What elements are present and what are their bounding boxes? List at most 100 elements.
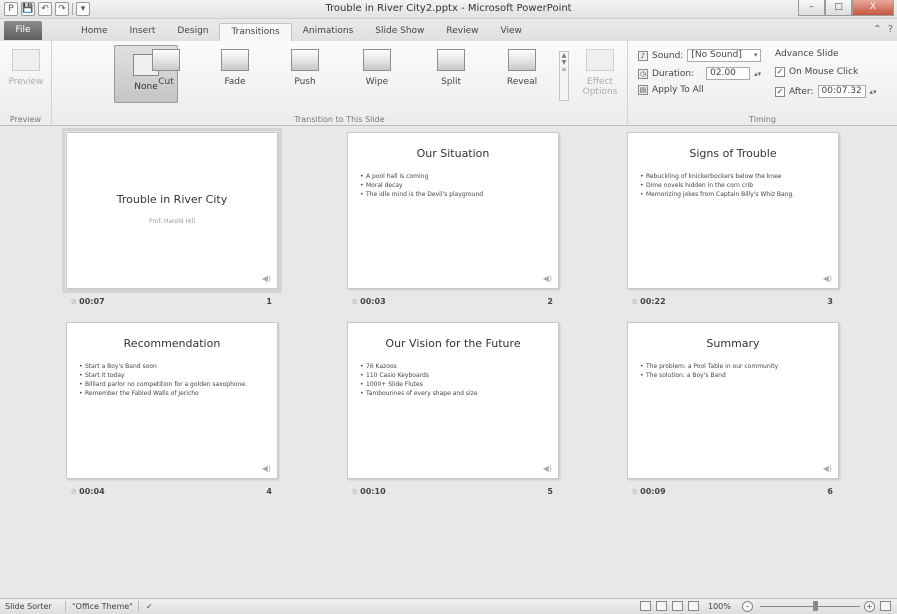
duration-spinner[interactable]: ▴▾ [754,70,761,78]
duration-value: 02.00 [710,68,736,78]
tab-transitions[interactable]: Transitions [219,23,292,41]
tab-insert[interactable]: Insert [119,23,167,41]
transition-cut-icon [152,49,180,71]
slide-caption: ☆ 00:03 2 [347,297,559,309]
zoom-out-icon[interactable]: – [742,601,753,612]
reading-view-icon[interactable] [672,601,683,611]
on-mouse-click-checkbox[interactable]: ✓ [775,67,785,77]
transition-star-icon[interactable]: ☆ [70,297,77,306]
maximize-button[interactable]: □ [825,0,852,16]
sound-value: [No Sound] [691,50,742,60]
slide-thumbnail[interactable]: Recommendation Start a Boy's Band soonSta… [66,322,278,479]
slide-bullet: Rebuckling of knickerbockers below the k… [640,173,828,181]
slide-thumbnail[interactable]: Summary The problem: a Pool Table in our … [627,322,839,479]
slide-bullet: Remember the Fabled Walls of Jericho [79,390,267,398]
transition-push[interactable]: Push [281,49,329,87]
minimize-ribbon-icon[interactable]: ⌃ [873,24,881,35]
sound-dropdown[interactable]: [No Sound] ▾ [687,49,762,62]
transition-star-icon[interactable]: ☆ [631,487,638,496]
sound-row: ♪ Sound: [No Sound] ▾ [638,49,762,62]
slide-sorter-view-icon[interactable] [656,601,667,611]
transition-split[interactable]: Split [427,49,475,87]
tab-file[interactable]: File [4,21,42,40]
slide-title: Signs of Trouble [689,147,777,160]
slide-number: 4 [266,487,272,496]
transition-fade[interactable]: Fade [211,49,259,87]
transition-star-icon[interactable]: ☆ [631,297,638,306]
transition-split-icon [437,49,465,71]
slide-time-value: 00:03 [360,297,386,306]
zoom-in-icon[interactable]: + [864,601,875,612]
transition-reveal-label: Reveal [506,77,538,87]
slide-show-view-icon[interactable] [688,601,699,611]
slide-timing: ☆ 00:10 [351,487,386,496]
after-checkbox[interactable]: ✓ [775,86,785,97]
slide-time-value: 00:09 [640,487,666,496]
slide-time-value: 00:10 [360,487,386,496]
tab-review[interactable]: Review [435,23,489,41]
after-input[interactable]: 00:07.32 [817,85,866,98]
transition-split-label: Split [441,77,461,87]
transition-wipe[interactable]: Wipe [353,49,401,87]
transition-cut[interactable]: Cut [142,49,190,87]
theme-name[interactable]: "Office Theme" [72,602,133,611]
on-mouse-click-row[interactable]: ✓ On Mouse Click [775,67,858,77]
sound-label: Sound: [652,50,684,61]
sound-icon: ◀) [542,274,552,283]
slide-number: 3 [827,297,833,306]
slide-number: 1 [266,297,272,306]
tab-design[interactable]: Design [166,23,219,41]
after-spinner[interactable]: ▴▾ [870,88,877,96]
effect-options-button[interactable]: Effect Options [576,49,624,97]
zoom-level[interactable]: 100% [708,602,731,611]
spelling-icon[interactable]: ✓ [146,602,153,611]
tab-home[interactable]: Home [70,23,119,41]
sound-icon: ♪ [638,50,648,61]
tab-animations[interactable]: Animations [292,23,365,41]
slide-caption: ☆ 00:10 5 [347,487,559,499]
timing-group-label: Timing [748,115,777,124]
slide-caption: ☆ 00:07 1 [66,297,278,309]
transition-star-icon[interactable]: ☆ [351,487,358,496]
slide-title: Trouble in River City [116,193,228,206]
chevron-down-icon: ▾ [753,51,758,59]
preview-button[interactable]: Preview [2,49,50,87]
transition-reveal[interactable]: Reveal [498,49,546,87]
preview-group-label: Preview [9,115,42,124]
duration-input[interactable]: 02.00 [706,67,751,80]
slide-title: Our Situation [416,147,490,160]
ribbon: Preview Preview None Cut Fade Push Wipe … [0,41,897,126]
slide-thumbnail[interactable]: Our Situation A pool hall is comingMoral … [347,132,559,289]
zoom-slider-track[interactable] [760,606,860,607]
fit-to-window-icon[interactable] [880,601,891,611]
gallery-scroll[interactable]: ▲ ▼ ≡ [559,51,569,101]
slide-thumbnail[interactable]: Trouble in River City Prof. Harold Hill ◀) [62,128,282,293]
duration-row: ◷ Duration: 02.00 ▴▾ [638,67,761,80]
apply-all-row[interactable]: ▤ Apply To All [638,85,704,95]
slide-thumbnail[interactable]: Our Vision for the Future 76 Kazoos110 Ca… [347,322,559,479]
sound-icon: ◀) [822,464,832,473]
transition-star-icon[interactable]: ☆ [70,487,77,496]
slide-number: 6 [827,487,833,496]
window-title: Trouble in River City2.pptx - Microsoft … [325,3,572,14]
transition-star-icon[interactable]: ☆ [351,297,358,306]
zoom-slider-thumb[interactable] [813,601,818,611]
close-button[interactable]: X [852,0,894,16]
slide-bullet: Start a Boy's Band soon [79,363,267,371]
slide-number: 5 [547,487,553,496]
tab-slide-show[interactable]: Slide Show [364,23,435,41]
slide-bullet: Moral decay [360,182,548,190]
help-icon[interactable]: ? [888,24,893,35]
slide-thumbnail[interactable]: Signs of Trouble Rebuckling of knickerboc… [627,132,839,289]
transition-push-icon [291,49,319,71]
transition-cut-label: Cut [158,77,174,87]
after-row: ✓ After: 00:07.32 ▴▾ [775,85,877,98]
normal-view-icon[interactable] [640,601,651,611]
ribbon-tabs: Home Insert Design Transitions Animations Sli… [70,23,533,41]
slide-bullet: 110 Casio Keyboards [360,372,548,380]
title-bar: P 💾 ↶ ↷ ▾ Trouble in River City2.pptx - … [0,0,897,19]
preview-group: Preview Preview [0,41,52,126]
tab-view[interactable]: View [490,23,533,41]
minimize-button[interactable]: – [798,0,825,16]
status-separator [65,601,66,612]
